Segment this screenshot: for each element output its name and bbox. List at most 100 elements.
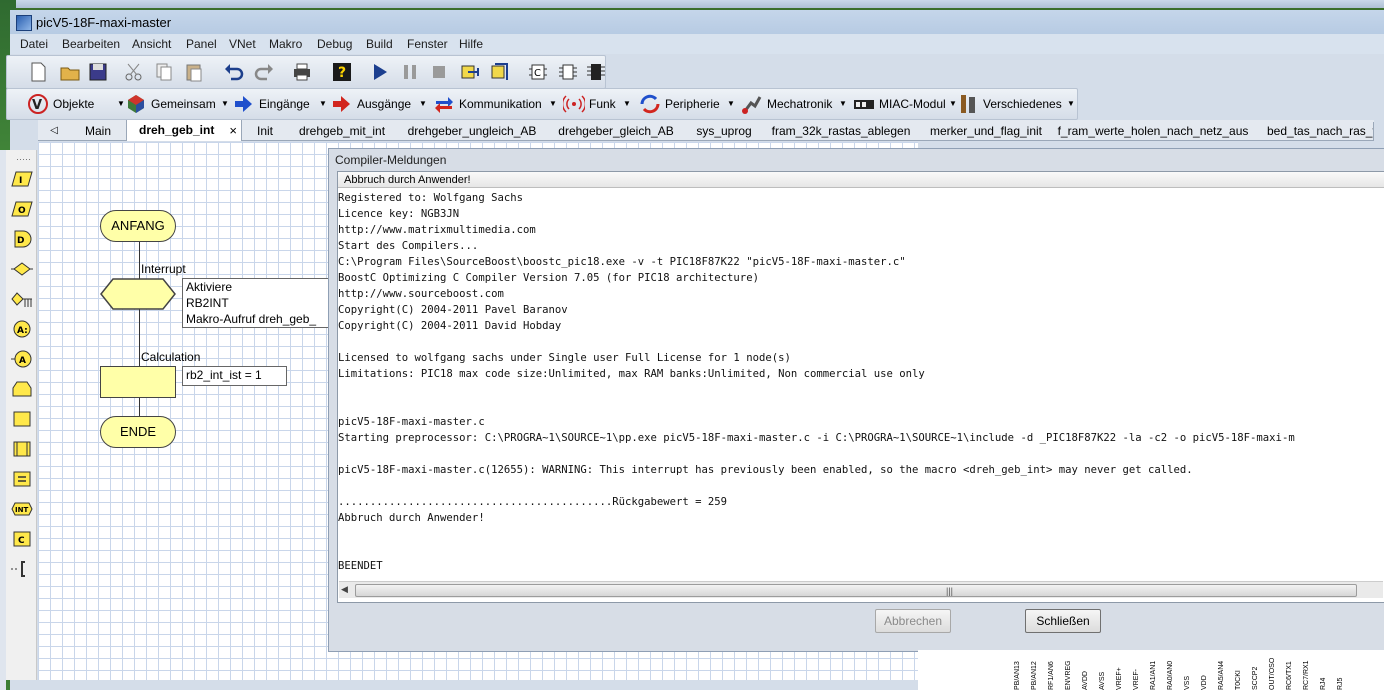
compile-c-icon[interactable]: C: [527, 61, 549, 83]
paste-icon[interactable]: [183, 61, 205, 83]
tab-fram-32k-rastas-ablegen[interactable]: fram_32k_rastas_ablegen: [763, 122, 920, 140]
step-over-icon[interactable]: [489, 61, 511, 83]
dropdown-arrow-icon: ▼: [117, 99, 125, 108]
menu-build[interactable]: Build: [366, 37, 393, 51]
help-icon[interactable]: ?: [331, 61, 353, 83]
open-folder-icon[interactable]: [59, 61, 81, 83]
c-code-icon[interactable]: C: [11, 528, 33, 550]
interrupt-comment-line-1: Aktiviere: [186, 280, 233, 294]
menu-hilfe[interactable]: Hilfe: [459, 37, 483, 51]
comment-icon[interactable]: [11, 558, 33, 580]
toolbar-miac-modul[interactable]: MIAC-Modul ▼: [853, 93, 957, 115]
dropdown-arrow-icon: ▼: [623, 99, 631, 108]
start-terminal[interactable]: ANFANG: [100, 210, 176, 242]
print-icon[interactable]: [291, 61, 313, 83]
cancel-button[interactable]: Abbrechen: [875, 609, 951, 633]
end-terminal[interactable]: ENDE: [100, 416, 176, 448]
loop-icon[interactable]: [11, 378, 33, 400]
calculation-icon[interactable]: [11, 408, 33, 430]
pin-label: RJ5: [1337, 677, 1344, 690]
delay-icon[interactable]: D: [11, 228, 33, 250]
svg-text:I: I: [19, 176, 22, 186]
menu-fenster[interactable]: Fenster: [407, 37, 448, 51]
connection-point-a-icon[interactable]: A:: [11, 318, 33, 340]
app-icon: [16, 15, 32, 31]
svg-text:A: A: [19, 356, 26, 366]
run-icon[interactable]: [369, 61, 391, 83]
toolbar-gemeinsam[interactable]: Gemeinsam ▼: [125, 93, 231, 115]
toolbar-mechatronik[interactable]: Mechatronik ▼: [741, 93, 849, 115]
output-status-header: Abbruch durch Anwender!: [338, 172, 1384, 188]
scrollbar-thumb[interactable]: |||: [355, 584, 1357, 597]
compiler-output[interactable]: Abbruch durch Anwender! Registered to: W…: [337, 171, 1384, 603]
misc-icon: [957, 93, 979, 115]
tab-bed-tas-nach-ras-tas[interactable]: bed_tas_nach_ras_tas: [1253, 122, 1374, 140]
toolbar-eingaenge[interactable]: Eingänge ▼: [233, 93, 329, 115]
pause-icon[interactable]: [399, 61, 421, 83]
switch-icon[interactable]: [11, 288, 33, 310]
toolbar-verschiedenes[interactable]: Verschiedenes ▼: [957, 93, 1075, 115]
toolbar-peripherie[interactable]: Peripherie ▼: [639, 93, 737, 115]
macro-call-icon[interactable]: [11, 438, 33, 460]
chip-icon[interactable]: [585, 61, 607, 83]
tab-scroll-left-icon[interactable]: ◁: [38, 122, 71, 140]
toolbar-funk[interactable]: Funk ▼: [561, 93, 633, 115]
stop-icon[interactable]: [428, 61, 450, 83]
cut-icon[interactable]: [123, 61, 145, 83]
scrollbar-grip: |||: [946, 586, 954, 596]
interrupt-icon[interactable]: INT: [11, 498, 33, 520]
dropdown-arrow-icon: ▼: [727, 99, 735, 108]
menu-panel[interactable]: Panel: [186, 37, 217, 51]
decision-icon[interactable]: [11, 258, 33, 280]
title-bar[interactable]: picV5-18F-maxi-master: [10, 10, 1384, 34]
pin-label-strip: PB/AN13 PB/AN12 RF1/AN6 ENVREG AVDD AVSS VREF+…: [918, 650, 1384, 690]
tab-main[interactable]: Main: [70, 122, 127, 140]
interrupt-icon-block[interactable]: [100, 278, 176, 310]
menu-debug[interactable]: Debug: [317, 37, 352, 51]
step-into-icon[interactable]: [459, 61, 481, 83]
toolbar-objekte[interactable]: V Objekte ▼: [27, 93, 127, 115]
toolbar-kommunikation[interactable]: Kommunikation ▼: [433, 93, 559, 115]
pin-label: PB/AN13: [1014, 661, 1021, 690]
main-toolbar: ? C: [6, 55, 606, 89]
menu-bearbeiten[interactable]: Bearbeiten: [62, 37, 120, 51]
dropdown-arrow-icon: ▼: [221, 99, 229, 108]
output-line: Abbruch durch Anwender!: [338, 512, 485, 524]
close-icon[interactable]: ×: [229, 120, 237, 141]
tab-drehgeber-ungleich-ab[interactable]: drehgeber_ungleich_AB: [397, 122, 548, 140]
compile-hex-icon[interactable]: [557, 61, 579, 83]
calculation-label: Calculation: [141, 350, 201, 364]
tab-dreh-geb-int[interactable]: dreh_geb_int ×: [126, 120, 242, 141]
output-line: Copyright(C) 2004-2011 David Hobday: [338, 320, 562, 332]
goto-a-icon[interactable]: A: [11, 348, 33, 370]
pin-label: ENVREG: [1065, 660, 1072, 690]
menu-makro[interactable]: Makro: [269, 37, 302, 51]
string-icon[interactable]: [11, 468, 33, 490]
save-icon[interactable]: [87, 61, 109, 83]
close-button[interactable]: Schließen: [1025, 609, 1101, 633]
pin-label: AVDD: [1082, 671, 1089, 690]
menu-vnet[interactable]: VNet: [229, 37, 256, 51]
tab-drehgeber-gleich-ab[interactable]: drehgeber_gleich_AB: [547, 122, 686, 140]
horizontal-scrollbar[interactable]: ◀ |||: [339, 581, 1383, 598]
copy-icon[interactable]: [153, 61, 175, 83]
output-line: BoostC Optimizing C Compiler Version 7.0…: [338, 272, 759, 284]
new-file-icon[interactable]: [27, 61, 49, 83]
scroll-left-icon[interactable]: ◀: [341, 584, 348, 595]
pin-label: PB/AN12: [1031, 661, 1038, 690]
tab-merker-und-flag-init[interactable]: merker_und_flag_init: [919, 122, 1054, 140]
undo-icon[interactable]: [223, 61, 245, 83]
calculation-comment: rb2_int_ist = 1: [182, 366, 287, 386]
menu-ansicht[interactable]: Ansicht: [132, 37, 171, 51]
menu-datei[interactable]: Datei: [20, 37, 48, 51]
output-icon[interactable]: O: [11, 198, 33, 220]
redo-icon[interactable]: [253, 61, 275, 83]
tab-init[interactable]: Init: [243, 122, 288, 140]
tab-f-ram-werte-holen[interactable]: f_ram_werte_holen_nach_netz_aus: [1053, 122, 1254, 140]
output-line: http://www.matrixmultimedia.com: [338, 224, 536, 236]
input-icon[interactable]: I: [11, 168, 33, 190]
toolbar-ausgaenge[interactable]: Ausgänge ▼: [331, 93, 431, 115]
tab-sys-uprog[interactable]: sys_uprog: [685, 122, 764, 140]
calculation-block[interactable]: [100, 366, 176, 398]
tab-drehgeb-mit-int[interactable]: drehgeb_mit_int: [287, 122, 398, 140]
